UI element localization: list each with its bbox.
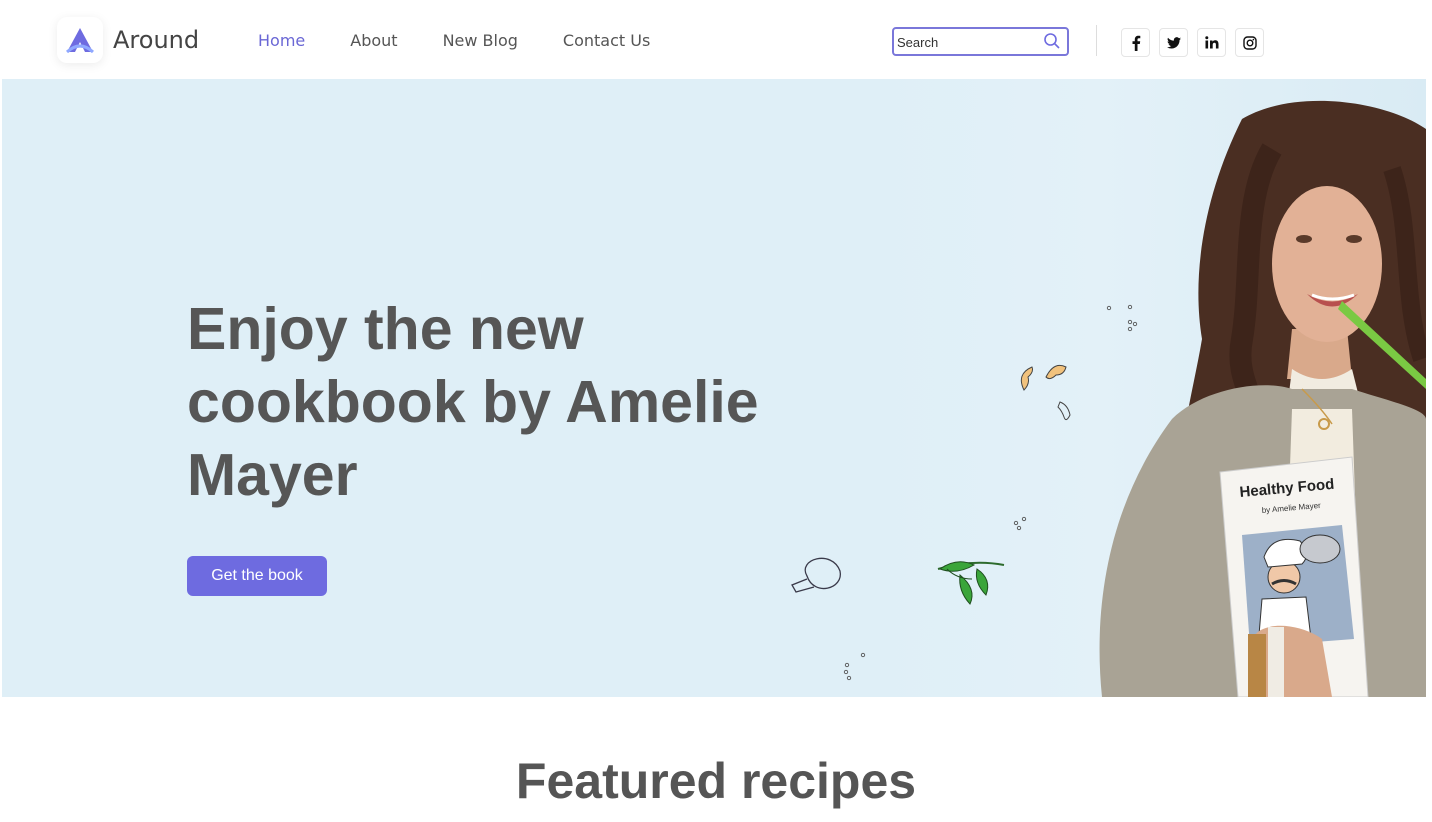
cashew-doodle-icon <box>1020 364 1071 421</box>
site-header: Around Home About New Blog Contact Us <box>0 0 1432 80</box>
hero-illustration: Healthy Food by Amelie Mayer <box>791 100 1426 697</box>
mushroom-doodle-icon <box>791 557 841 593</box>
nav-item-new-blog[interactable]: New Blog <box>443 31 518 50</box>
main-nav: Home About New Blog Contact Us <box>258 31 695 50</box>
brand-name: Around <box>113 26 200 54</box>
seed-dots-doodle <box>843 304 1138 681</box>
linkedin-icon[interactable] <box>1197 28 1226 57</box>
featured-recipes-title: Featured recipes <box>515 753 917 809</box>
herb-leaf-doodle-icon <box>937 561 1005 605</box>
nav-item-about[interactable]: About <box>350 31 397 50</box>
search-input[interactable] <box>897 33 1037 51</box>
twitter-icon[interactable] <box>1159 28 1188 57</box>
search-box <box>892 27 1069 56</box>
nav-item-home[interactable]: Home <box>258 31 305 50</box>
instagram-icon[interactable] <box>1235 28 1264 57</box>
cookbook-cover-image: Healthy Food by Amelie Mayer <box>1219 456 1369 697</box>
social-links <box>1121 28 1264 57</box>
around-logo-icon <box>57 17 103 63</box>
facebook-icon[interactable] <box>1121 28 1150 57</box>
search-icon[interactable] <box>1043 32 1061 54</box>
hero-section: Enjoy the new cookbook by Amelie Mayer G… <box>2 79 1426 697</box>
brand-logo[interactable]: Around <box>57 17 199 63</box>
header-divider <box>1096 25 1097 56</box>
nav-item-contact-us[interactable]: Contact Us <box>563 31 650 50</box>
